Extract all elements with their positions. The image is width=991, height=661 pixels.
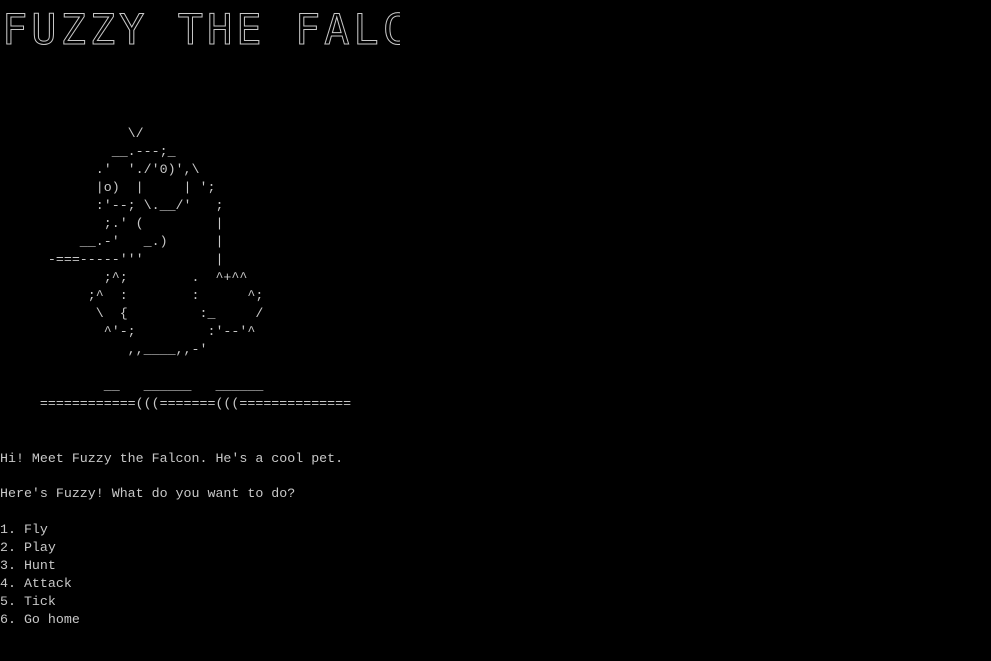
- title-banner-text: FUZZY THE FALCON: [2, 5, 400, 52]
- prompt-text: Here's Fuzzy! What do you want to do?: [0, 486, 296, 501]
- falcon-ascii-art: \/ __.---;_ .' './'0)',\ |o) | | '; :'--…: [39, 126, 352, 411]
- menu-item-fly[interactable]: 1. Fly: [0, 521, 80, 539]
- console-window: FUZZY THE FALCON \/ __.---;_ .' './'0)',…: [0, 0, 991, 661]
- action-menu: 1. Fly 2. Play 3. Hunt 4. Attack 5. Tick…: [0, 521, 80, 629]
- menu-item-tick[interactable]: 5. Tick: [0, 593, 80, 611]
- menu-item-play[interactable]: 2. Play: [0, 539, 80, 557]
- menu-item-attack[interactable]: 4. Attack: [0, 575, 80, 593]
- greeting-text: Hi! Meet Fuzzy the Falcon. He's a cool p…: [0, 451, 344, 466]
- menu-item-hunt[interactable]: 3. Hunt: [0, 557, 80, 575]
- title-banner: FUZZY THE FALCON: [2, 5, 401, 53]
- menu-item-go-home[interactable]: 6. Go home: [0, 611, 80, 629]
